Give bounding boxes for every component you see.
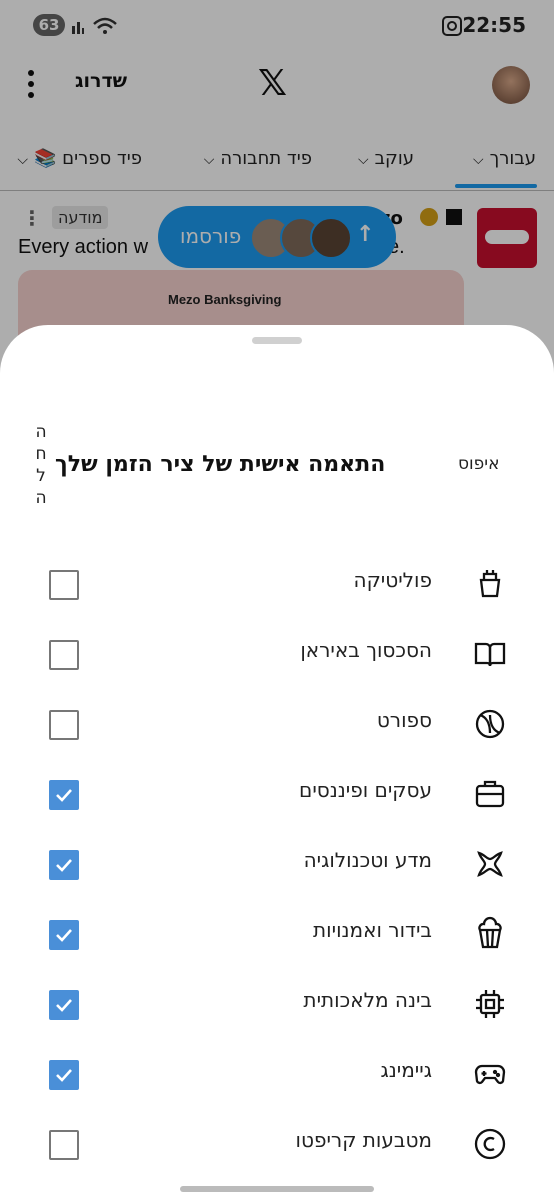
topic-checkbox[interactable] [49,990,79,1020]
topic-label: בידור ואמנויות [313,918,432,942]
topic-checkbox[interactable] [49,1060,79,1090]
topic-row[interactable]: בידור ואמנויות [0,900,554,970]
coin-icon [472,1126,508,1162]
podium-icon [472,566,508,602]
gesture-navigation-bar [180,1186,374,1192]
topic-label: הסכסוך באיראן [300,638,432,662]
briefcase-icon [472,776,508,812]
topic-checkbox[interactable] [49,780,79,810]
book-icon [472,636,508,672]
sheet-title: התאמה אישית של ציר הזמן שלך [55,452,386,477]
topic-label: עסקים ופיננסים [299,778,432,802]
topic-row[interactable]: מדע וטכנולוגיה [0,830,554,900]
topic-row[interactable]: בינה מלאכותית [0,970,554,1040]
topic-label: פוליטיקה [353,568,432,592]
topic-row[interactable]: פוליטיקה [0,550,554,620]
topic-row[interactable]: מטבעות קריפטו [0,1110,554,1180]
ball-icon [472,706,508,742]
topic-row[interactable]: גיימינג [0,1040,554,1110]
chip-icon [472,986,508,1022]
topic-row[interactable]: עסקים ופיננסים [0,760,554,830]
topic-checkbox[interactable] [49,920,79,950]
topic-label: בינה מלאכותית [303,988,432,1012]
topic-checkbox[interactable] [49,640,79,670]
topic-label: ספורט [376,708,432,732]
popcorn-icon [472,916,508,952]
topic-checkbox[interactable] [49,710,79,740]
topic-label: מטבעות קריפטו [295,1128,432,1152]
topic-label: מדע וטכנולוגיה [303,848,432,872]
atom-icon [472,846,508,882]
apply-button[interactable]: החלה [34,421,48,509]
topic-checkbox[interactable] [49,850,79,880]
topic-checkbox[interactable] [49,1130,79,1160]
topic-row[interactable]: הסכסוך באיראן [0,620,554,690]
reset-button[interactable]: איפוס [458,454,499,474]
drag-handle[interactable] [252,337,302,344]
gamepad-icon [472,1056,508,1092]
timeline-customization-sheet: איפוס התאמה אישית של ציר הזמן שלך החלה פ… [0,325,554,1200]
topic-checkbox[interactable] [49,570,79,600]
topic-row[interactable]: ספורט [0,690,554,760]
topic-label: גיימינג [380,1058,433,1082]
